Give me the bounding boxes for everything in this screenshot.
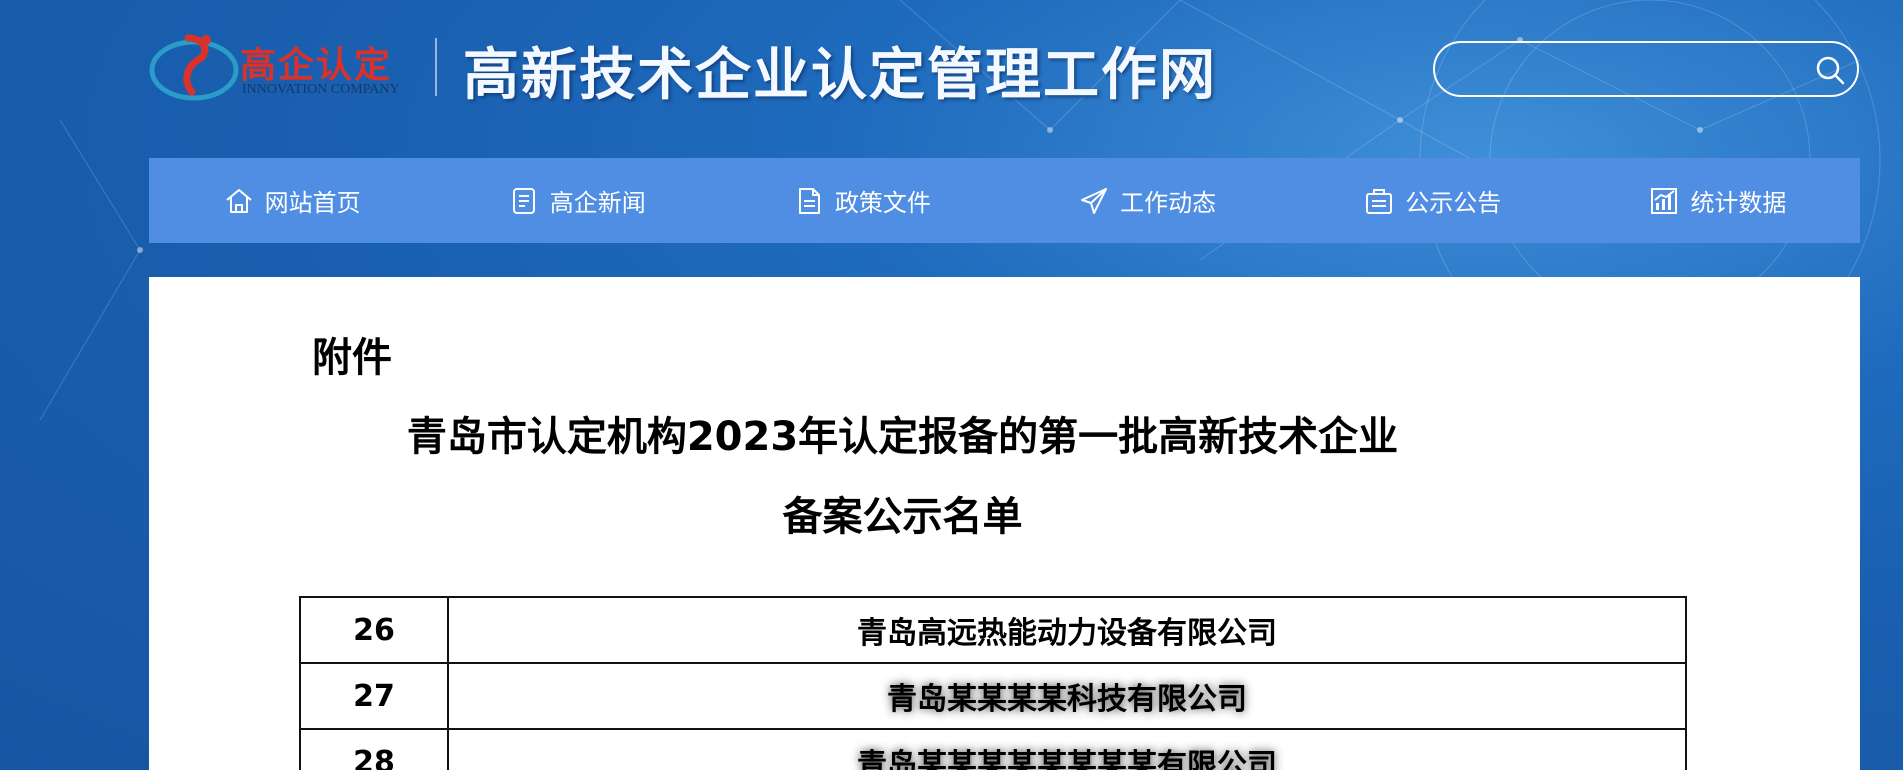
document-icon — [798, 187, 820, 214]
nav-item-statistics[interactable]: 统计数据 — [1575, 158, 1860, 243]
nav-item-news[interactable]: 高企新闻 — [434, 158, 719, 243]
site-logo[interactable]: 高企认定 INNOVATION COMPANY — [148, 24, 413, 110]
nav-item-home[interactable]: 网站首页 — [149, 158, 434, 243]
nav-item-label: 政策文件 — [834, 189, 931, 217]
news-icon — [512, 187, 535, 214]
notice-icon — [1366, 188, 1393, 214]
logo-chinese-text: 高企认定 — [240, 44, 393, 86]
chart-icon — [1651, 187, 1678, 214]
nav-item-policy[interactable]: 政策文件 — [719, 158, 1004, 243]
nav-item-label: 工作动态 — [1120, 189, 1217, 217]
main-nav: 网站首页 高企新闻 政策文件 工作动态 公示公告 统计数据 — [149, 158, 1860, 243]
content-card: 附件 青岛市认定机构2023年认定报备的第一批高新技术企业 备案公示名单 26 … — [149, 277, 1860, 770]
row-number: 28 — [299, 728, 449, 770]
logo-emblem-icon — [149, 34, 239, 101]
nav-item-label: 高企新闻 — [549, 189, 646, 217]
nav-item-label: 网站首页 — [264, 189, 361, 217]
logo-english-text: INNOVATION COMPANY — [242, 82, 400, 97]
table-row: 27 青岛某某某某科技有限公司 — [299, 662, 1687, 730]
header-divider — [435, 38, 437, 96]
nav-item-label: 公示公告 — [1405, 189, 1502, 217]
document-title-line1: 青岛市认定机构2023年认定报备的第一批高新技术企业 — [406, 414, 1399, 460]
nav-item-work-updates[interactable]: 工作动态 — [1005, 158, 1290, 243]
document-title-line2: 备案公示名单 — [782, 494, 1023, 540]
company-name-blurred: 青岛某某某某某某某某有限公司 — [447, 728, 1687, 770]
paper-plane-icon — [1081, 187, 1108, 214]
site-title: 高新技术企业认定管理工作网 — [463, 42, 1217, 108]
search-input[interactable] — [1455, 53, 1799, 87]
table-row: 26 青岛高远热能动力设备有限公司 — [299, 596, 1687, 664]
search-icon[interactable] — [1813, 53, 1847, 87]
company-name-blurred: 青岛某某某某科技有限公司 — [447, 662, 1687, 730]
row-number: 26 — [299, 596, 449, 664]
company-table: 26 青岛高远热能动力设备有限公司 27 青岛某某某某科技有限公司 28 青岛某… — [299, 596, 1687, 770]
home-icon — [225, 188, 252, 213]
row-number: 27 — [299, 662, 449, 730]
search-box — [1433, 41, 1859, 97]
attachment-label: 附件 — [312, 335, 392, 381]
company-name: 青岛高远热能动力设备有限公司 — [447, 596, 1687, 664]
table-row: 28 青岛某某某某某某某某有限公司 — [299, 728, 1687, 770]
nav-item-announcements[interactable]: 公示公告 — [1290, 158, 1575, 243]
nav-item-label: 统计数据 — [1690, 189, 1787, 217]
